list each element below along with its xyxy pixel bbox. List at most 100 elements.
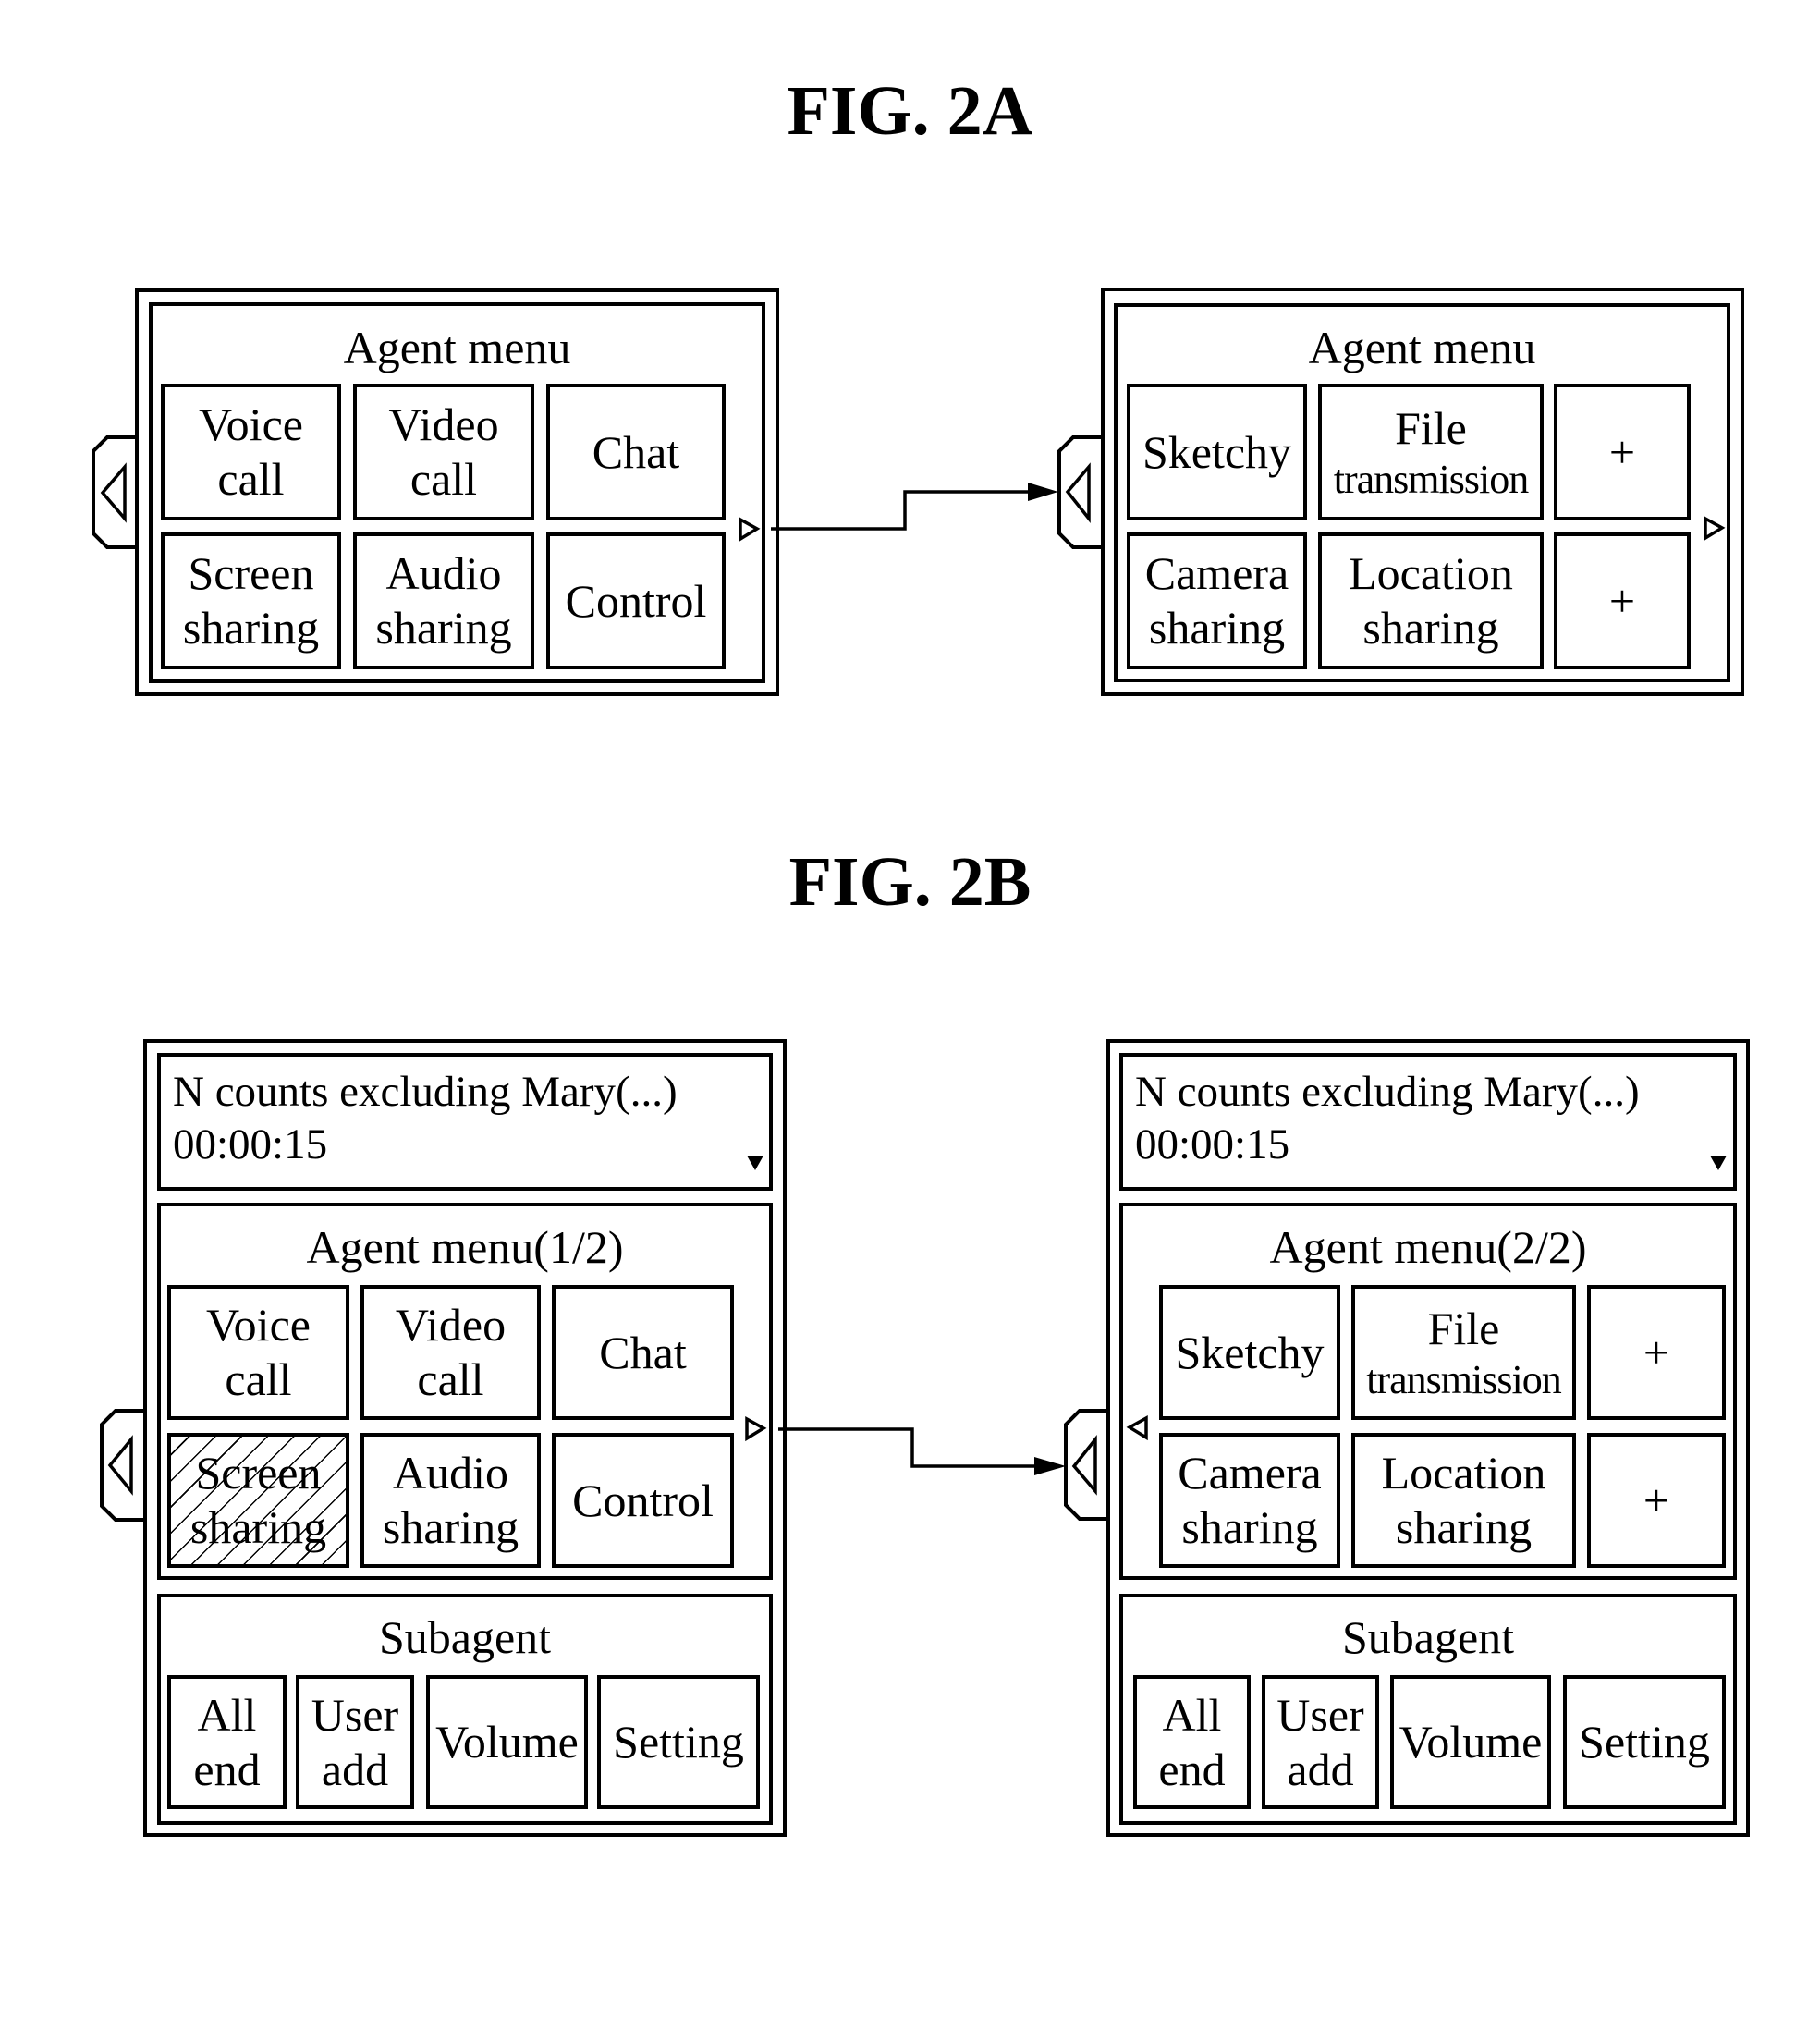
button-label: Setting bbox=[613, 1716, 744, 1768]
button-label: + bbox=[1643, 1474, 1670, 1526]
menu-button-volume[interactable]: Volume bbox=[1390, 1675, 1551, 1809]
button-label: + bbox=[1608, 425, 1636, 478]
button-label: Control bbox=[572, 1474, 714, 1526]
button-label: Voice bbox=[206, 1299, 311, 1351]
button-label: Sketchy bbox=[1142, 425, 1292, 478]
button-label: sharing bbox=[375, 602, 512, 654]
menu-button-control[interactable]: Control bbox=[546, 532, 726, 669]
add-menu-item-button[interactable]: + bbox=[1554, 532, 1691, 669]
button-label: Voice bbox=[199, 398, 303, 450]
menu-button-control[interactable]: Control bbox=[552, 1433, 734, 1568]
button-label: call bbox=[409, 453, 478, 505]
button-label: call bbox=[225, 1353, 292, 1405]
menu-button-sketchy[interactable]: Sketchy bbox=[1159, 1285, 1340, 1420]
menu-button-setting[interactable]: Setting bbox=[597, 1675, 760, 1809]
section-title: Agent menu(2/2) bbox=[1269, 1221, 1587, 1273]
figure-title-2b: FIG. 2B bbox=[788, 843, 1032, 921]
collapse-tab-2a-right[interactable] bbox=[1057, 435, 1101, 549]
participants-label: N counts excluding Mary(...) bbox=[1135, 1068, 1640, 1116]
figure-title-2a: FIG. 2A bbox=[787, 72, 1033, 150]
arrowhead-icon-2b bbox=[1034, 1457, 1066, 1475]
menu-button-video-call[interactable]: Video call bbox=[360, 1285, 541, 1420]
section-title: Subagent bbox=[1341, 1611, 1515, 1663]
menu-button-file-transmission[interactable]: File transmission bbox=[1351, 1285, 1576, 1420]
button-label: Chat bbox=[599, 1326, 687, 1378]
button-label: Video bbox=[395, 1299, 507, 1351]
button-label: Control bbox=[565, 574, 707, 627]
menu-button-camera-sharing[interactable]: Camera sharing bbox=[1127, 532, 1307, 669]
button-label: add bbox=[321, 1743, 389, 1795]
button-label: transmission bbox=[1366, 1356, 1561, 1402]
collapse-tab-2a-left[interactable] bbox=[92, 435, 135, 549]
connector-2a bbox=[771, 490, 1035, 531]
menu-button-chat[interactable]: Chat bbox=[552, 1285, 734, 1420]
connector-2b bbox=[778, 1427, 1040, 1468]
menu-button-user-add[interactable]: User add bbox=[296, 1675, 414, 1809]
button-label: Volume bbox=[435, 1716, 579, 1768]
menu-button-screen-sharing[interactable]: Screen sharing bbox=[161, 532, 341, 669]
add-menu-item-button[interactable]: + bbox=[1587, 1285, 1726, 1420]
call-header-2b-right[interactable]: N counts excluding Mary(...) 00:00:15 bbox=[1119, 1053, 1737, 1191]
menu-button-video-call[interactable]: Video call bbox=[353, 384, 534, 520]
button-label: end bbox=[1158, 1743, 1226, 1795]
button-label: sharing bbox=[1395, 1501, 1533, 1553]
menu-button-sketchy[interactable]: Sketchy bbox=[1127, 384, 1307, 520]
button-label: + bbox=[1608, 574, 1636, 627]
call-timer: 00:00:15 bbox=[1135, 1120, 1290, 1169]
button-label: User bbox=[1276, 1688, 1364, 1741]
button-label: sharing bbox=[1181, 1501, 1318, 1553]
button-label: Location bbox=[1381, 1447, 1546, 1499]
collapse-tab-2b-right[interactable] bbox=[1064, 1409, 1106, 1521]
menu-button-audio-sharing[interactable]: Audio sharing bbox=[353, 532, 534, 669]
button-label: Volume bbox=[1399, 1716, 1543, 1768]
button-label: sharing bbox=[1362, 602, 1499, 654]
collapse-tab-2b-left[interactable] bbox=[100, 1409, 143, 1522]
button-label: File bbox=[1427, 1302, 1500, 1354]
button-label: transmission bbox=[1333, 456, 1529, 502]
button-label: + bbox=[1643, 1326, 1670, 1378]
menu-button-audio-sharing[interactable]: Audio sharing bbox=[360, 1433, 541, 1568]
button-label: Screen bbox=[195, 1447, 322, 1499]
button-label: Setting bbox=[1579, 1716, 1710, 1768]
menu-button-voice-call[interactable]: Voice call bbox=[167, 1285, 349, 1420]
button-label: Audio bbox=[393, 1447, 508, 1499]
button-label: Camera bbox=[1144, 547, 1289, 599]
add-menu-item-button[interactable]: + bbox=[1554, 384, 1691, 520]
menu-button-location-sharing[interactable]: Location sharing bbox=[1318, 532, 1544, 669]
button-label: add bbox=[1287, 1743, 1354, 1795]
arrowhead-icon-2a bbox=[1028, 483, 1058, 501]
menu-button-file-transmission[interactable]: File transmission bbox=[1318, 384, 1544, 520]
menu-button-location-sharing[interactable]: Location sharing bbox=[1351, 1433, 1576, 1568]
button-label: Camera bbox=[1178, 1447, 1322, 1499]
menu-button-camera-sharing[interactable]: Camera sharing bbox=[1159, 1433, 1340, 1568]
button-label: Audio bbox=[385, 547, 502, 599]
menu-button-voice-call[interactable]: Voice call bbox=[161, 384, 341, 520]
button-label: call bbox=[217, 453, 285, 505]
button-label: Video bbox=[388, 398, 499, 450]
button-label: call bbox=[417, 1353, 484, 1405]
section-title: Agent menu bbox=[1308, 322, 1536, 373]
menu-button-user-add[interactable]: User add bbox=[1262, 1675, 1379, 1809]
button-label: sharing bbox=[382, 1501, 519, 1553]
menu-button-volume[interactable]: Volume bbox=[426, 1675, 588, 1809]
button-label: User bbox=[311, 1688, 399, 1741]
button-label: sharing bbox=[182, 602, 320, 654]
section-title: Agent menu(1/2) bbox=[306, 1221, 624, 1273]
button-label: File bbox=[1395, 401, 1467, 454]
menu-button-setting[interactable]: Setting bbox=[1563, 1675, 1726, 1809]
menu-button-chat[interactable]: Chat bbox=[546, 384, 726, 520]
call-header-2b-left[interactable]: N counts excluding Mary(...) 00:00:15 bbox=[157, 1053, 773, 1191]
button-label: Location bbox=[1349, 547, 1513, 599]
menu-button-all-end[interactable]: All end bbox=[1133, 1675, 1251, 1809]
section-title: Agent menu bbox=[343, 322, 571, 373]
participants-label: N counts excluding Mary(...) bbox=[173, 1068, 678, 1116]
button-label: Chat bbox=[592, 425, 680, 478]
button-label: Screen bbox=[188, 547, 314, 599]
call-timer: 00:00:15 bbox=[173, 1120, 328, 1169]
menu-button-screen-sharing[interactable]: Screen sharing bbox=[167, 1433, 349, 1568]
menu-button-all-end[interactable]: All end bbox=[167, 1675, 287, 1809]
button-label: sharing bbox=[1148, 602, 1286, 654]
add-menu-item-button[interactable]: + bbox=[1587, 1433, 1726, 1568]
button-label: end bbox=[193, 1743, 261, 1795]
button-label: Sketchy bbox=[1175, 1326, 1325, 1378]
